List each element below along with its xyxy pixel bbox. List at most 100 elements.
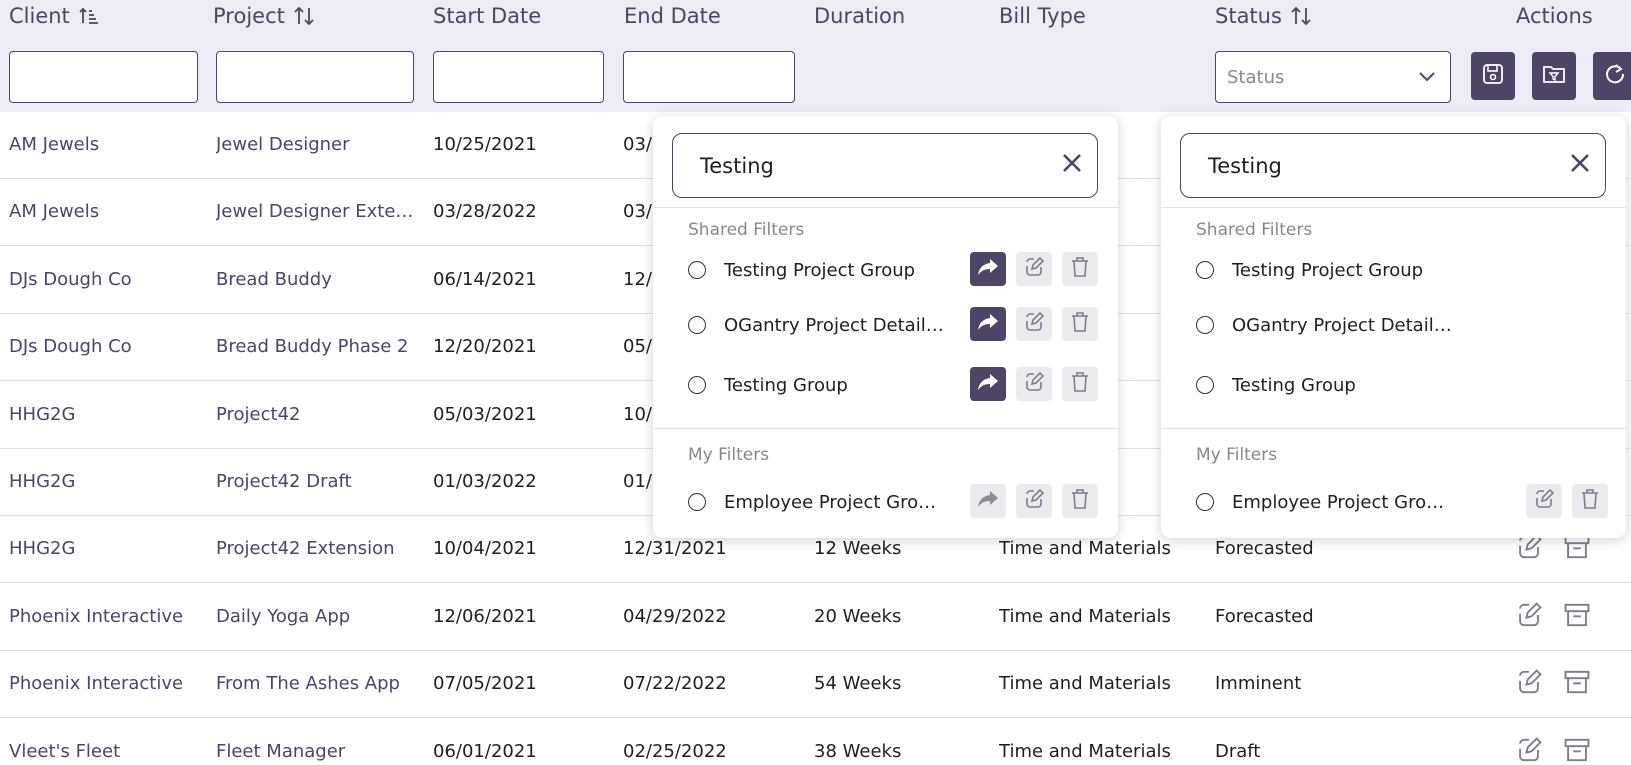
table-row[interactable]: Phoenix Interactive Daily Yoga App 12/06/2… — [0, 584, 1631, 651]
radio-button[interactable] — [1196, 261, 1214, 279]
delete-button[interactable] — [1062, 307, 1098, 341]
share-button[interactable] — [970, 307, 1006, 341]
project-cell[interactable]: Fleet Manager — [216, 741, 416, 762]
filter-option[interactable]: Testing Group — [688, 367, 848, 403]
start-date-cell: 03/28/2022 — [433, 201, 537, 223]
edit-button[interactable] — [1016, 367, 1052, 401]
edit-button[interactable] — [1016, 484, 1052, 518]
share-icon — [977, 489, 999, 513]
start-date-filter-input[interactable] — [433, 51, 604, 103]
column-header-end-date[interactable]: End Date — [624, 4, 721, 28]
edit-button[interactable] — [1016, 252, 1052, 286]
column-header-start-date[interactable]: Start Date — [433, 4, 541, 28]
client-cell[interactable]: HHG2G — [9, 404, 209, 425]
sort-icon[interactable] — [293, 5, 315, 27]
reset-filters-button[interactable] — [1593, 52, 1631, 100]
column-title: Status — [1215, 4, 1282, 28]
close-icon[interactable] — [1569, 152, 1591, 179]
column-header-project[interactable]: Project — [213, 4, 315, 28]
column-header-client[interactable]: Client — [9, 4, 100, 28]
archive-icon[interactable] — [1563, 601, 1591, 629]
radio-button[interactable] — [1196, 376, 1214, 394]
column-title: Actions — [1516, 4, 1593, 28]
delete-button[interactable] — [1572, 484, 1608, 518]
client-cell[interactable]: DJs Dough Co — [9, 269, 209, 290]
edit-icon — [1023, 256, 1045, 282]
project-cell[interactable]: Jewel Designer — [216, 134, 416, 155]
project-cell[interactable]: Project42 Extension — [216, 538, 416, 559]
table-row[interactable]: Vleet's Fleet Fleet Manager 06/01/2021 02/2… — [0, 719, 1631, 765]
edit-button[interactable] — [1016, 307, 1052, 341]
filter-option-label: Testing Project Group — [724, 259, 916, 281]
delete-button[interactable] — [1062, 252, 1098, 286]
filter-option-actions — [970, 307, 1098, 341]
client-filter-input[interactable] — [9, 51, 198, 103]
start-date-cell: 01/03/2022 — [433, 471, 537, 492]
filter-option[interactable]: OGantry Project Detail… — [688, 307, 944, 343]
archive-icon[interactable] — [1563, 736, 1591, 764]
duration-cell: 54 Weeks — [814, 673, 902, 695]
client-cell[interactable]: AM Jewels — [9, 134, 209, 155]
edit-icon — [1533, 488, 1555, 514]
trash-icon — [1070, 311, 1090, 337]
filter-option[interactable]: Testing Project Group — [688, 252, 915, 288]
delete-button[interactable] — [1062, 484, 1098, 518]
end-date-filter-input[interactable] — [623, 51, 795, 103]
radio-button[interactable] — [1196, 316, 1214, 334]
filter-option-label: OGantry Project Detail… — [1232, 314, 1452, 336]
edit-icon[interactable] — [1515, 736, 1543, 764]
sort-icon[interactable] — [1290, 5, 1312, 27]
client-cell[interactable]: DJs Dough Co — [9, 336, 209, 357]
delete-button[interactable] — [1062, 367, 1098, 401]
project-cell[interactable]: From The Ashes App — [216, 673, 416, 694]
archive-icon[interactable] — [1563, 668, 1591, 696]
filter-search-input[interactable]: Testing — [1180, 133, 1606, 198]
project-cell[interactable]: Project42 Draft — [216, 471, 416, 492]
column-header-duration[interactable]: Duration — [814, 4, 905, 28]
bill-type-cell: Time and Materials — [999, 673, 1171, 695]
share-button[interactable] — [970, 367, 1006, 401]
filter-option[interactable]: OGantry Project Detail… — [1196, 307, 1452, 343]
filter-option[interactable]: Employee Project Gro… — [688, 484, 936, 520]
filter-option[interactable]: Testing Project Group — [1196, 252, 1423, 288]
bill-type-cell: Time and Materials — [999, 605, 1171, 627]
radio-button[interactable] — [688, 261, 706, 279]
client-cell[interactable]: Phoenix Interactive — [9, 606, 209, 627]
project-cell[interactable]: Bread Buddy — [216, 269, 416, 290]
column-header-status[interactable]: Status — [1215, 4, 1312, 28]
project-cell[interactable]: Project42 — [216, 404, 416, 425]
project-cell[interactable]: Bread Buddy Phase 2 — [216, 336, 416, 357]
radio-button[interactable] — [688, 376, 706, 394]
duration-cell: 20 Weeks — [814, 605, 902, 627]
client-cell[interactable]: HHG2G — [9, 538, 209, 559]
close-icon[interactable] — [1061, 152, 1083, 179]
share-button[interactable] — [970, 252, 1006, 286]
end-date-cell: 02/25/2022 — [623, 740, 727, 762]
saved-filters-button[interactable] — [1532, 52, 1576, 100]
status-filter-select[interactable]: Status — [1215, 51, 1451, 103]
edit-icon[interactable] — [1515, 601, 1543, 629]
client-cell[interactable]: HHG2G — [9, 471, 209, 492]
project-cell[interactable]: Daily Yoga App — [216, 606, 416, 627]
client-cell[interactable]: Phoenix Interactive — [9, 673, 209, 694]
edit-button[interactable] — [1526, 484, 1562, 518]
sort-ascending-icon[interactable] — [78, 5, 100, 27]
radio-button[interactable] — [688, 493, 706, 511]
status-cell: Forecasted — [1215, 538, 1314, 560]
filter-option-label: OGantry Project Detail… — [724, 314, 944, 336]
project-cell[interactable]: Jewel Designer Exten… — [216, 201, 416, 222]
save-filter-button[interactable] — [1471, 52, 1515, 100]
filter-option[interactable]: Testing Group — [1196, 367, 1356, 403]
edit-icon[interactable] — [1515, 668, 1543, 696]
radio-button[interactable] — [1196, 493, 1214, 511]
table-row[interactable]: Phoenix Interactive From The Ashes App 07/… — [0, 651, 1631, 719]
column-title: Project — [213, 4, 285, 28]
share-button[interactable] — [970, 484, 1006, 518]
filter-option[interactable]: Employee Project Gro… — [1196, 484, 1444, 520]
filter-search-input[interactable]: Testing — [672, 133, 1098, 198]
client-cell[interactable]: AM Jewels — [9, 201, 209, 222]
radio-button[interactable] — [688, 316, 706, 334]
column-header-bill-type[interactable]: Bill Type — [999, 4, 1086, 28]
client-cell[interactable]: Vleet's Fleet — [9, 741, 209, 762]
project-filter-input[interactable] — [216, 51, 414, 103]
